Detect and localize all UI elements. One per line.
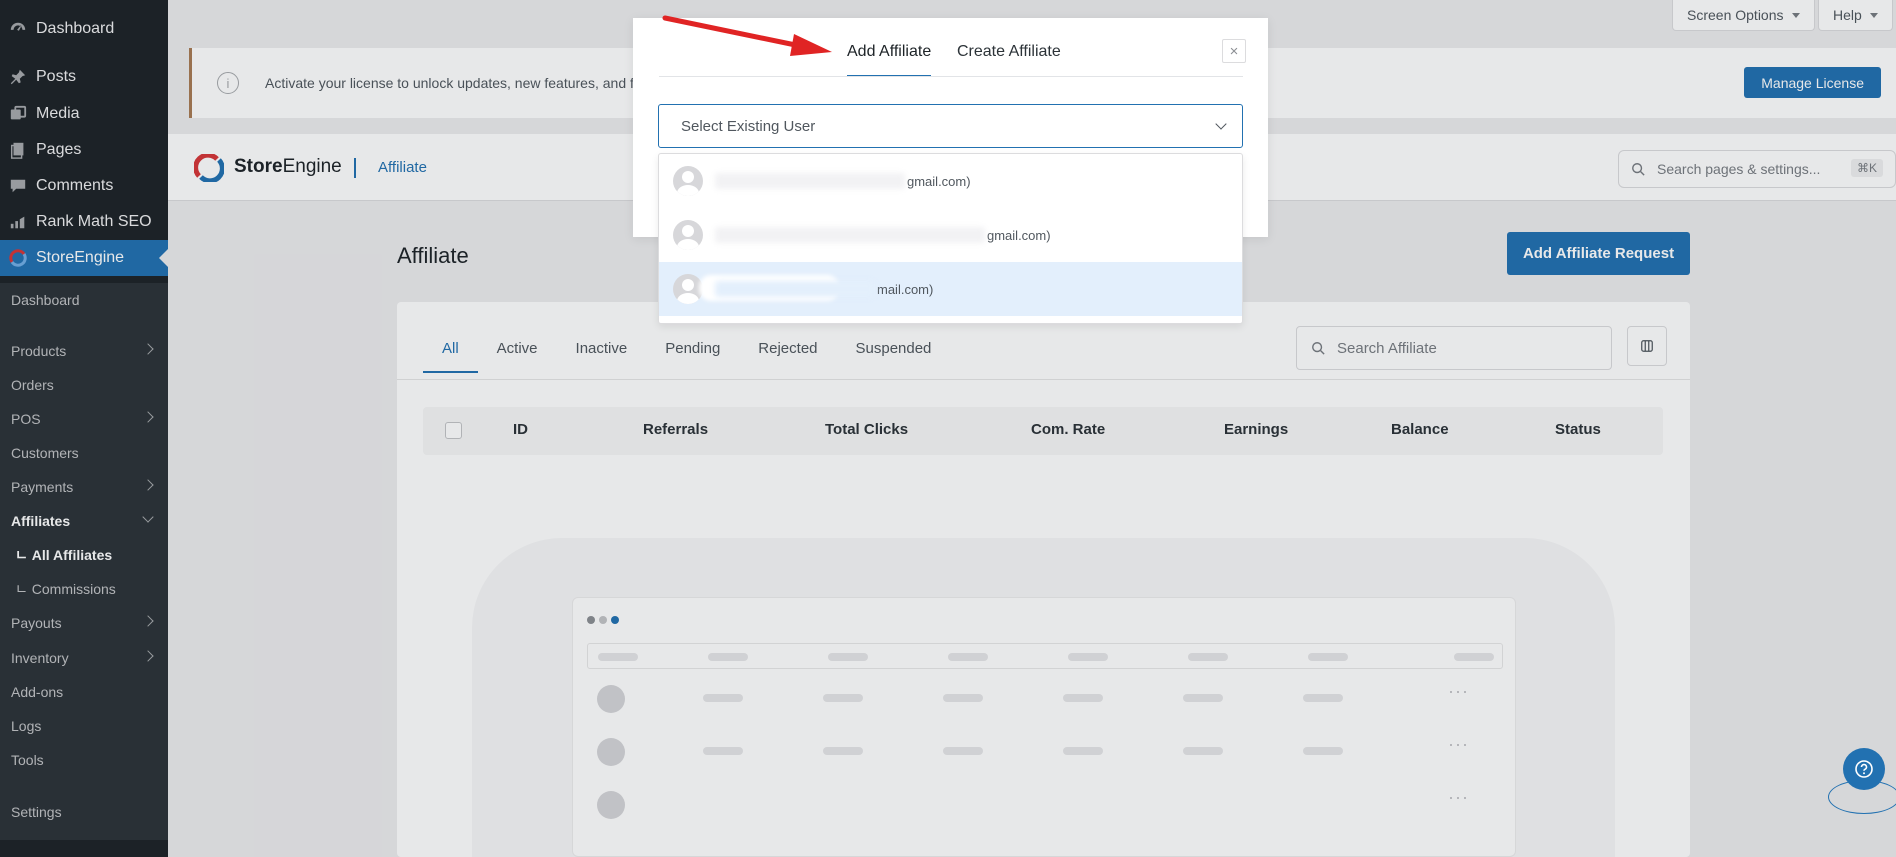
redacted-text (715, 227, 985, 243)
user-option-email: gmail.com) (987, 227, 1051, 243)
user-option[interactable]: gmail.com) (659, 208, 1242, 262)
help-fab-button[interactable] (1843, 748, 1885, 790)
user-option-email: mail.com) (877, 281, 934, 297)
modal-tabs-divider (659, 76, 1243, 77)
tab-create-affiliate[interactable]: Create Affiliate (957, 43, 1061, 61)
tab-add-affiliate[interactable]: Add Affiliate (847, 43, 932, 77)
select-placeholder: Select Existing User (681, 117, 816, 135)
chevron-down-icon (1215, 118, 1227, 130)
select-existing-user-dropdown[interactable]: Select Existing User (658, 104, 1243, 148)
user-option-highlighted[interactable]: mail.com) (659, 262, 1242, 316)
user-option[interactable]: gmail.com) (659, 154, 1242, 208)
user-options-list: gmail.com) gmail.com) mail.com) (658, 153, 1243, 324)
question-icon (1855, 760, 1873, 778)
close-icon[interactable]: × (1222, 39, 1246, 63)
user-option-email: gmail.com) (907, 173, 971, 189)
redacted-text (715, 281, 875, 297)
user-avatar-icon (673, 220, 703, 250)
annotation-arrow-icon (662, 15, 832, 56)
user-avatar-icon (673, 166, 703, 196)
redacted-text (715, 173, 905, 189)
